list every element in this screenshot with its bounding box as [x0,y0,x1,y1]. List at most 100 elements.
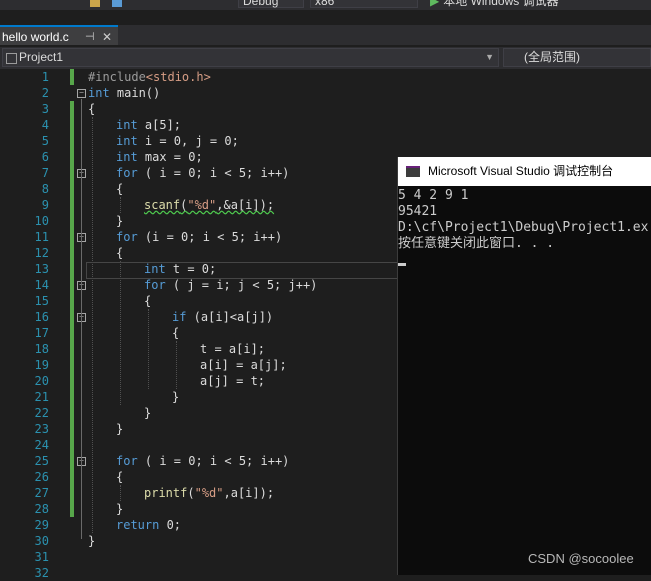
line-number: 13 [34,262,49,276]
indent-guide [120,197,121,213]
project-icon [6,53,17,64]
debug-console-window[interactable]: Microsoft Visual Studio 调试控制台 5 4 2 9 1 … [397,157,651,575]
line-number: 23 [34,422,49,436]
code-line-4: int a[5]; [116,118,182,132]
code-line-15: { [144,294,152,308]
toolbar: Debug x86 ▶ 本地 Windows 调试器 [0,0,651,10]
line-number: 24 [34,438,49,452]
code-line-3: { [88,102,96,116]
code-line-14: for ( j = i; j < 5; j++) [144,278,318,292]
console-title-bar[interactable]: Microsoft Visual Studio 调试控制台 [398,157,651,186]
line-number: 14 [34,278,49,292]
line-number: 6 [41,150,49,164]
line-number: 19 [34,358,49,372]
code-line-5: int i = 0, j = 0; [116,134,239,148]
line-number: 15 [34,294,49,308]
scope-label: (全局范围) [524,50,580,64]
code-line-17: { [172,326,180,340]
line-number: 18 [34,342,49,356]
console-cursor [398,263,406,266]
line-number: 21 [34,390,49,404]
code-line-30: } [88,534,96,548]
pin-icon[interactable]: ⊣ [85,27,95,47]
project-label: Project1 [19,50,64,64]
indent-guide [148,309,149,389]
tab-hello-world[interactable]: hello world.c ⊣ ✕ [0,25,118,45]
line-number: 22 [34,406,49,420]
code-line-12: { [116,246,124,260]
code-line-23: } [116,422,124,436]
code-line-20: a[j] = t; [200,374,266,388]
line-number: 17 [34,326,49,340]
line-number: 5 [41,134,49,148]
line-number: 30 [34,534,49,548]
indent-guide [120,485,121,501]
line-number-gutter: 1 2 3 4 5 6 7 8 9 10 11 12 13 14 15 16 17 18 19 20 21 22 23 24 2… [0,69,56,580]
line-number: 8 [41,182,49,196]
tab-label: hello world.c [2,30,69,44]
code-line-21: } [172,390,180,404]
line-number: 31 [34,550,49,564]
code-line-16: if (a[i]<a[j]) [172,310,274,324]
change-bar [70,101,74,517]
indent-guide [120,261,121,405]
code-line-13: int t = 0; [144,262,217,276]
code-line-18: t = a[i]; [200,342,266,356]
configuration-select[interactable]: Debug [238,0,304,8]
code-line-6: int max = 0; [116,150,203,164]
console-line: 5 4 2 9 1 [398,188,469,203]
code-line-10: } [116,214,124,228]
code-line-27: printf("%d",a[i]); [144,486,275,500]
line-number: 26 [34,470,49,484]
code-line-1: #include<stdio.h> [88,70,211,84]
collapse-icon[interactable]: − [77,89,86,98]
line-number: 7 [41,166,49,180]
run-label: 本地 Windows 调试器 [443,0,559,8]
chevron-down-icon: ▼ [485,52,494,62]
indent-guide [176,341,177,389]
code-line-19: a[i] = a[j]; [200,358,287,372]
change-bar [70,69,74,85]
line-number: 32 [34,566,49,580]
line-number: 11 [34,230,49,244]
close-icon[interactable]: ✕ [102,27,112,47]
console-title: Microsoft Visual Studio 调试控制台 [428,164,614,178]
scope-dropdown[interactable]: (全局范围) [503,48,651,67]
code-line-28: } [116,502,124,516]
line-number: 16 [34,310,49,324]
line-number: 20 [34,374,49,388]
watermark: CSDN @socoolee [528,551,634,566]
line-number: 28 [34,502,49,516]
code-line-2: int main() [88,86,161,100]
save-icon[interactable] [112,0,122,7]
tab-bar: hello world.c ⊣ ✕ [0,25,651,45]
platform-select[interactable]: x86 [310,0,418,8]
line-number: 27 [34,486,49,500]
start-debugging-button[interactable]: ▶ 本地 Windows 调试器 [430,0,559,8]
indent-guide [92,117,93,533]
console-line: 按任意键关闭此窗口. . . [398,236,555,251]
console-app-icon [406,166,420,177]
line-number: 2 [41,86,49,100]
line-number: 29 [34,518,49,532]
line-number: 10 [34,214,49,228]
code-line-25: for ( i = 0; i < 5; i++) [116,454,290,468]
line-number: 4 [41,118,49,132]
code-line-8: { [116,182,124,196]
console-line: D:\cf\Project1\Debug\Project1.ex [398,220,649,235]
code-line-26: { [116,470,124,484]
console-line: 95421 [398,204,438,219]
code-line-7: for ( i = 0; i < 5; i++) [116,166,290,180]
line-number: 1 [41,70,49,84]
code-line-9: scanf("%d",&a[i]); [144,198,275,212]
code-line-11: for (i = 0; i < 5; i++) [116,230,283,244]
line-number: 3 [41,102,49,116]
line-number: 9 [41,198,49,212]
open-file-icon[interactable] [90,0,100,7]
line-number: 25 [34,454,49,468]
project-dropdown[interactable]: Project1 ▼ [2,48,499,67]
console-output: 5 4 2 9 1 95421 D:\cf\Project1\Debug\Pro… [398,188,651,252]
navigation-bar: Project1 ▼ (全局范围) [0,47,651,69]
line-number: 12 [34,246,49,260]
code-line-22: } [144,406,152,420]
